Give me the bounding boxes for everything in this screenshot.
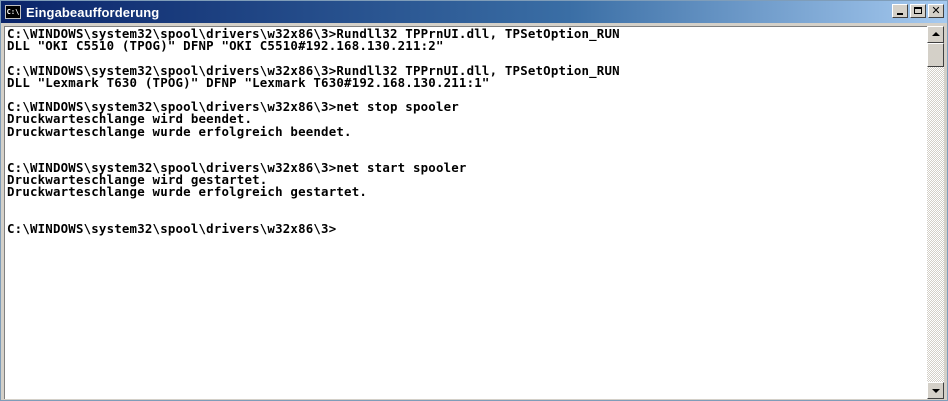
cmd-icon[interactable]: C:\ — [5, 5, 21, 19]
vertical-scrollbar[interactable] — [927, 26, 944, 399]
minimize-icon — [897, 13, 903, 15]
scrollbar-thumb[interactable] — [927, 43, 944, 67]
maximize-button[interactable] — [910, 4, 926, 18]
console-output[interactable]: C:\WINDOWS\system32\spool\drivers\w32x86… — [4, 26, 928, 399]
console-line: C:\WINDOWS\system32\spool\drivers\w32x86… — [7, 221, 337, 236]
console-line: Druckwarteschlange wurde erfolgreich ges… — [7, 184, 368, 200]
scroll-up-button[interactable] — [927, 26, 944, 43]
minimize-button[interactable] — [892, 4, 908, 18]
maximize-icon — [914, 7, 922, 14]
console-line: DLL "OKI C5510 (TPOG)" DFNP "OKI C5510#1… — [7, 38, 444, 54]
console-line: DLL "Lexmark T630 (TPOG)" DFNP "Lexmark … — [7, 74, 490, 90]
command-prompt-window: C:\ Eingabeaufforderung ✕ C:\WINDOWS\sys… — [0, 0, 948, 401]
arrow-up-icon — [932, 32, 940, 36]
close-icon: ✕ — [931, 4, 941, 17]
arrow-down-icon — [932, 389, 940, 393]
window-title: Eingabeaufforderung — [26, 4, 160, 20]
window-controls: ✕ — [890, 4, 944, 18]
title-bar[interactable]: C:\ Eingabeaufforderung ✕ — [1, 1, 947, 23]
console-text: C:\WINDOWS\system32\spool\drivers\w32x86… — [5, 27, 928, 235]
close-button[interactable]: ✕ — [928, 4, 944, 18]
console-line: Druckwarteschlange wurde erfolgreich bee… — [7, 123, 352, 139]
scroll-down-button[interactable] — [927, 382, 944, 399]
